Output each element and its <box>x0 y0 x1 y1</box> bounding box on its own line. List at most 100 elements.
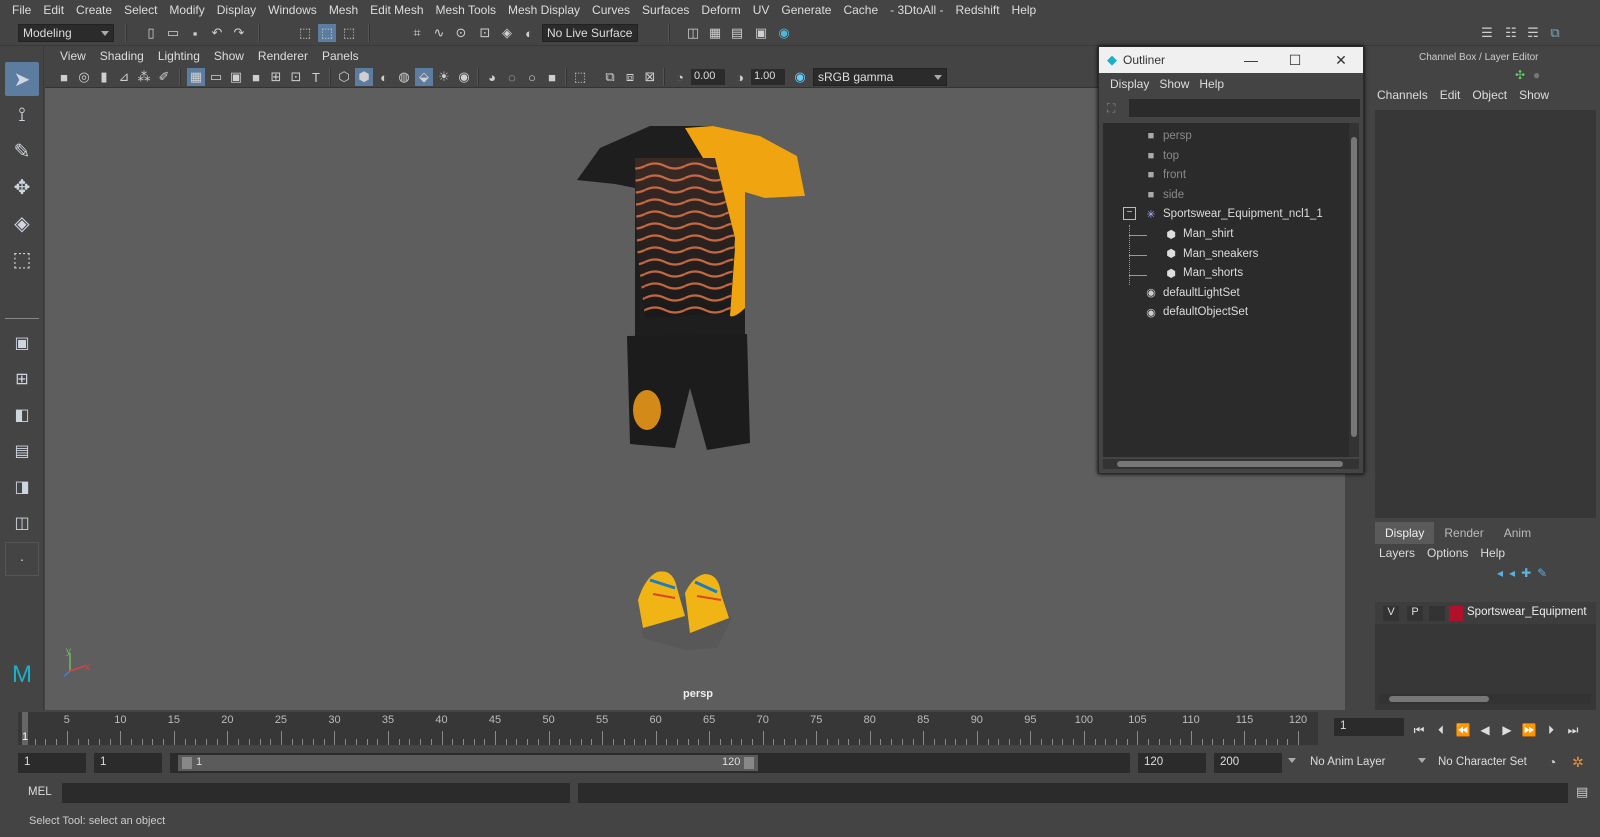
menu-file[interactable]: File <box>6 3 37 17</box>
move-layer-up-icon[interactable]: ◂ <box>1497 566 1503 580</box>
snap-point-icon[interactable]: ⊙ <box>452 24 470 42</box>
channel-menu-channels[interactable]: Channels <box>1371 88 1434 102</box>
menu-deform[interactable]: Deform <box>695 3 746 17</box>
render-settings-icon[interactable]: ◫ <box>684 24 702 42</box>
outliner-item[interactable]: ⬢ Man_sneakers <box>1163 245 1258 263</box>
select-tool-icon[interactable]: ➤ <box>5 62 39 96</box>
new-scene-icon[interactable]: ▯ <box>142 24 160 42</box>
anim-layer-dropdown[interactable]: No Anim Layer <box>1304 753 1414 773</box>
step-back-frame-icon[interactable]: ⏴ <box>1432 721 1450 739</box>
render-frame-icon[interactable]: ▦ <box>706 24 724 42</box>
menu-select[interactable]: Select <box>118 3 163 17</box>
menuset-dropdown[interactable]: Modeling <box>18 24 114 42</box>
channel-box-icon-b[interactable]: ● <box>1533 68 1540 82</box>
xray-icon[interactable]: ⬚ <box>571 68 589 86</box>
camera-attributes-icon[interactable]: ◎ <box>75 68 93 86</box>
layer-playback-toggle[interactable]: P <box>1407 606 1423 621</box>
channel-menu-show[interactable]: Show <box>1513 88 1555 102</box>
tool-settings-icon[interactable]: ☴ <box>1524 24 1542 42</box>
menu-uv[interactable]: UV <box>747 3 776 17</box>
menu-generate[interactable]: Generate <box>775 3 837 17</box>
step-forward-key-icon[interactable]: ⏩ <box>1520 721 1538 739</box>
step-forward-frame-icon[interactable]: ⏵ <box>1542 721 1560 739</box>
channel-menu-edit[interactable]: Edit <box>1434 88 1467 102</box>
make-live-icon[interactable]: ◐ <box>520 24 538 42</box>
outliner-menu-display[interactable]: Display <box>1105 77 1154 91</box>
shadows-icon[interactable]: ☀ <box>435 68 453 86</box>
outliner-item[interactable]: ✳ Sportswear_Equipment_ncl1_1 <box>1143 205 1322 223</box>
exposure-icon[interactable]: ◔ <box>671 68 689 86</box>
smooth-shade-icon[interactable]: ⬢ <box>355 68 373 86</box>
outliner-menu-help[interactable]: Help <box>1194 77 1229 91</box>
outliner-item[interactable]: ◉ defaultLightSet <box>1143 284 1240 302</box>
safe-title-icon[interactable]: T <box>307 68 325 86</box>
use-all-lights-icon[interactable]: ⬙ <box>415 68 433 86</box>
single-view-layout-icon[interactable]: ▣ <box>5 326 39 360</box>
select-hierarchy-icon[interactable]: ⬚ <box>296 24 314 42</box>
channel-box-icon-a[interactable]: ✣ <box>1515 68 1525 82</box>
step-back-key-icon[interactable]: ⏪ <box>1454 721 1472 739</box>
menu-windows[interactable]: Windows <box>262 3 323 17</box>
outliner-item[interactable]: ■ top <box>1143 147 1179 165</box>
script-language-toggle[interactable]: MEL <box>28 786 52 798</box>
outliner-menu-show[interactable]: Show <box>1154 77 1194 91</box>
outliner-item[interactable]: ◉ defaultObjectSet <box>1143 303 1248 321</box>
ipr-render-icon[interactable]: ▤ <box>728 24 746 42</box>
viewport-menu-panels[interactable]: Panels <box>315 49 366 63</box>
lasso-tool-icon[interactable]: ⟟ <box>5 98 39 132</box>
viewport-menu-lighting[interactable]: Lighting <box>151 49 207 63</box>
anim-layer-dropdown-arrow[interactable] <box>1288 758 1296 763</box>
menu-help[interactable]: Help <box>1006 3 1043 17</box>
command-input[interactable] <box>62 783 570 803</box>
wireframe-on-shaded-icon[interactable]: ◐ <box>375 68 393 86</box>
layer-menu-layers[interactable]: Layers <box>1373 546 1421 560</box>
depth-of-field-icon[interactable]: ○ <box>523 68 541 86</box>
playback-end-field[interactable]: 120 <box>1138 753 1206 773</box>
rotate-tool-icon[interactable]: ◈ <box>5 206 39 240</box>
hypershade-icon[interactable]: ◉ <box>775 24 793 42</box>
menu-cache[interactable]: Cache <box>837 3 884 17</box>
backface-icon[interactable]: ⊠ <box>641 68 659 86</box>
time-slider-track[interactable]: 5 10 15 20 25 30 35 40 45 50 55 60 65 70 75 80 85 90 95 100… <box>18 712 1318 745</box>
bookmark-icon[interactable]: ▮ <box>95 68 113 86</box>
layer-row[interactable]: V P Sportswear_Equipment <box>1375 602 1596 624</box>
redo-icon[interactable]: ↷ <box>230 24 248 42</box>
outliner-search-input[interactable] <box>1129 99 1360 117</box>
current-frame-field[interactable]: 1 <box>1334 718 1404 736</box>
go-to-end-icon[interactable]: ⏭ <box>1564 721 1582 739</box>
hypershade-layout-icon[interactable]: ◨ <box>5 470 39 504</box>
menu-edit[interactable]: Edit <box>37 3 70 17</box>
menu-curves[interactable]: Curves <box>586 3 636 17</box>
minimize-icon[interactable]: — <box>1229 47 1273 73</box>
resolution-gate-icon[interactable]: ▣ <box>227 68 245 86</box>
snap-grid-icon[interactable]: ⌗ <box>408 24 426 42</box>
script-editor-icon[interactable]: ▤ <box>1576 784 1588 800</box>
menu-edit-mesh[interactable]: Edit Mesh <box>364 3 429 17</box>
wireframe-icon[interactable]: ⬡ <box>335 68 353 86</box>
outliner-hscroll[interactable] <box>1103 459 1359 469</box>
layer-visibility-toggle[interactable]: V <box>1383 606 1399 621</box>
close-icon[interactable]: ✕ <box>1319 47 1363 73</box>
menu-create[interactable]: Create <box>70 3 118 17</box>
layout-menu-icon[interactable]: · <box>5 542 39 576</box>
field-chart-icon[interactable]: ⊞ <box>267 68 285 86</box>
snap-view-icon[interactable]: ⊡ <box>476 24 494 42</box>
channel-box-toggle-icon[interactable]: ⧉ <box>1546 24 1564 42</box>
viewport-menu-shading[interactable]: Shading <box>93 49 151 63</box>
exposure-field[interactable]: 0.00 <box>691 69 725 85</box>
menu-redshift[interactable]: Redshift <box>950 3 1006 17</box>
play-forwards-icon[interactable]: ▶ <box>1498 721 1516 739</box>
time-slider[interactable]: 5 10 15 20 25 30 35 40 45 50 55 60 65 70 75 80 85 90 95 100… <box>0 712 1600 746</box>
current-time-marker[interactable]: 1 <box>22 712 28 745</box>
character-set-dropdown-arrow[interactable] <box>1418 758 1426 763</box>
render-view-icon[interactable]: ▣ <box>752 24 770 42</box>
image-plane-icon[interactable]: ⊿ <box>115 68 133 86</box>
menu-modify[interactable]: Modify <box>163 3 210 17</box>
outliner-vscroll[interactable] <box>1349 123 1359 457</box>
snap-surface-icon[interactable]: ◈ <box>498 24 516 42</box>
grid-toggle-icon[interactable]: ⁂ <box>135 68 153 86</box>
open-scene-icon[interactable]: ▭ <box>164 24 182 42</box>
snap-curve-icon[interactable]: ∿ <box>430 24 448 42</box>
2d-pan-zoom-icon[interactable]: ✐ <box>155 68 173 86</box>
undo-icon[interactable]: ↶ <box>208 24 226 42</box>
